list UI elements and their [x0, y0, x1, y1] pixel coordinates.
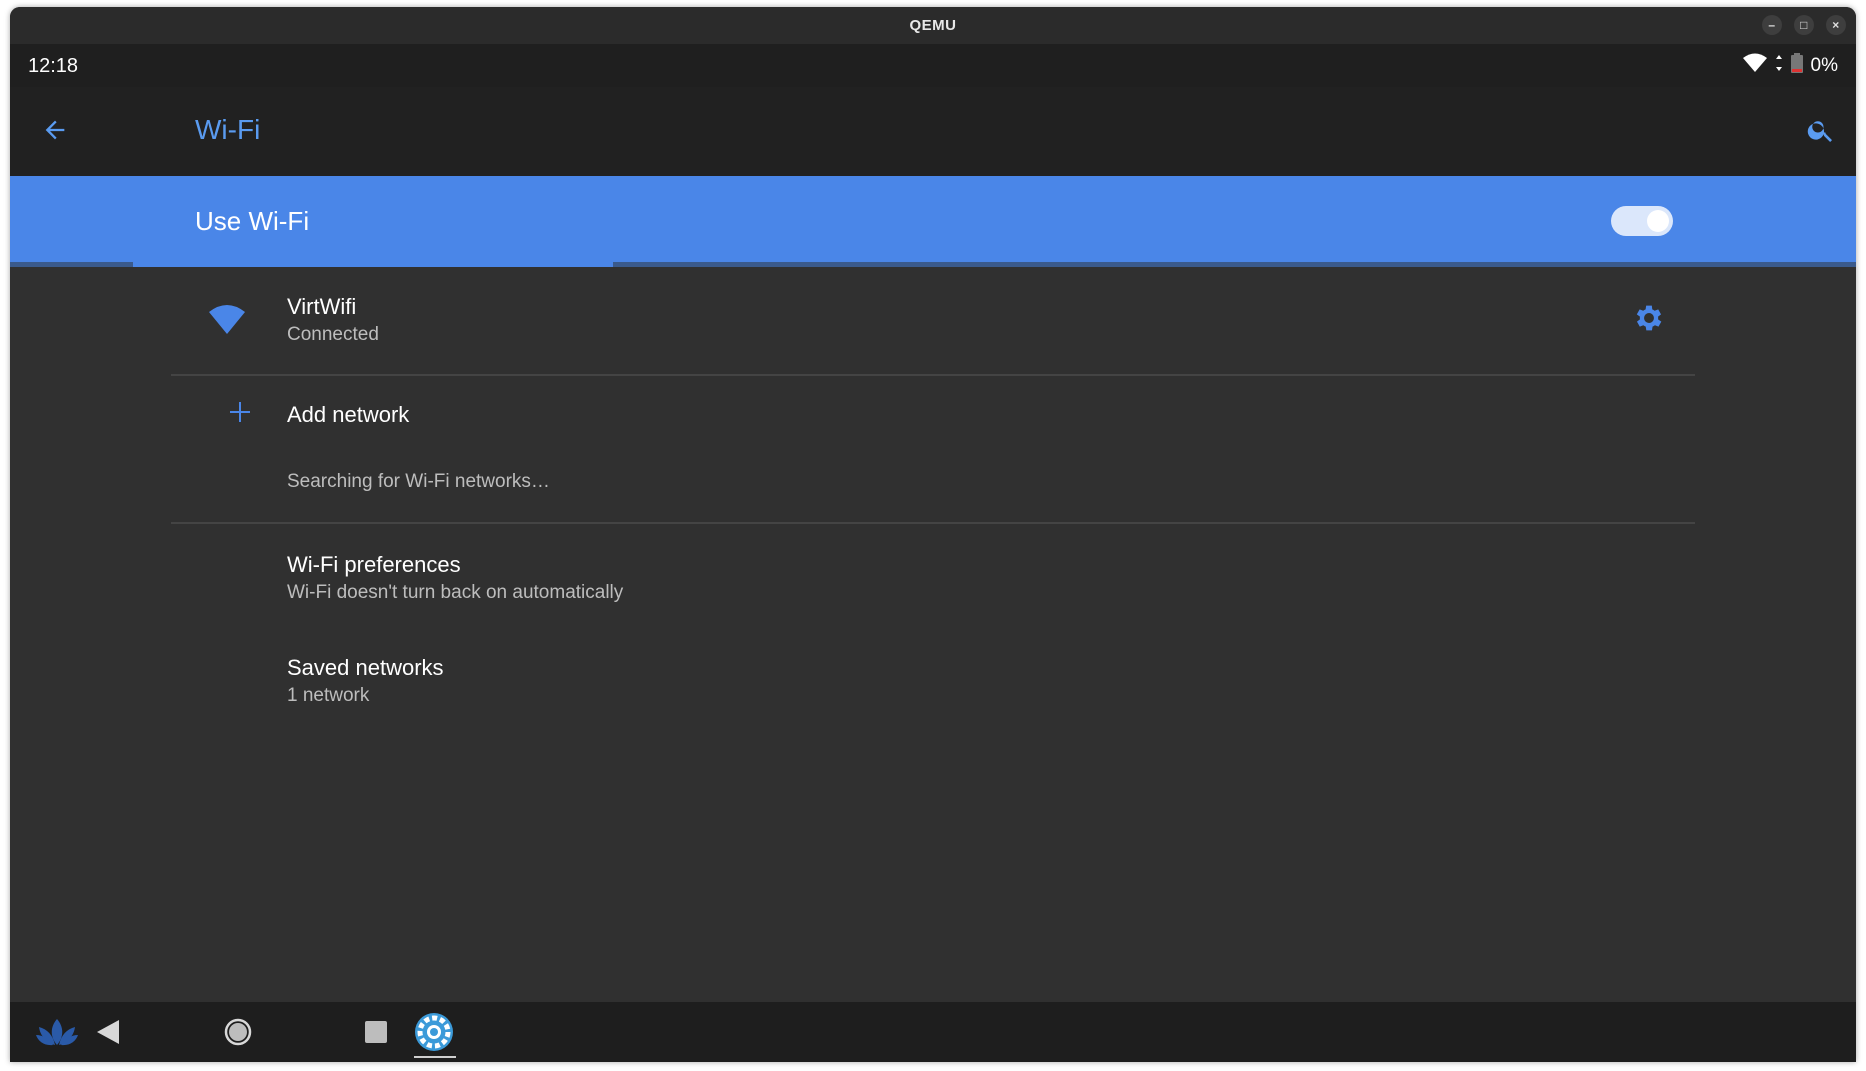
close-button[interactable]: × [1826, 15, 1846, 35]
use-wifi-toggle[interactable] [1611, 206, 1673, 236]
home-circle-icon[interactable] [220, 1014, 256, 1050]
add-network-label: Add network [287, 402, 410, 427]
use-wifi-switch-bar[interactable]: Use Wi-Fi [10, 176, 1856, 266]
saved-networks-summary: 1 network [287, 685, 370, 706]
data-arrows-icon [1775, 55, 1783, 77]
window-controls: – □ × [1762, 15, 1846, 35]
status-time: 12:18 [28, 55, 79, 77]
network-item-virtwifi[interactable]: VirtWifi Connected [10, 267, 1856, 371]
window-title: QEMU [909, 17, 957, 34]
minimize-button[interactable]: – [1762, 15, 1782, 35]
navigation-bar [10, 1002, 1856, 1062]
recents-square-icon[interactable] [358, 1014, 394, 1050]
qemu-window: QEMU – □ × 12:18 0% Wi-Fi Use Wi-Fi Virt… [10, 7, 1856, 1062]
add-network-item[interactable]: Add network [10, 377, 1856, 451]
saved-networks-title: Saved networks [287, 655, 444, 680]
page-title: Wi-Fi [195, 114, 261, 145]
wifi-settings-list: VirtWifi Connected Add network Searching… [10, 267, 1856, 1002]
maximize-button[interactable]: □ [1794, 15, 1814, 35]
use-wifi-label: Use Wi-Fi [195, 206, 310, 236]
status-icons: 0% [1742, 53, 1838, 79]
app-bar: Wi-Fi [10, 87, 1856, 176]
back-button[interactable] [32, 109, 78, 155]
wifi-preferences-title: Wi-Fi preferences [287, 552, 461, 577]
search-icon [1806, 115, 1836, 150]
divider [171, 522, 1695, 524]
wifi-icon [202, 294, 252, 344]
toggle-knob [1647, 210, 1669, 232]
back-triangle-icon[interactable] [90, 1014, 126, 1050]
search-button[interactable] [1798, 109, 1844, 155]
gear-icon [1632, 301, 1666, 340]
network-status: Connected [287, 324, 379, 345]
arrow-back-icon [41, 116, 69, 149]
battery-icon [1790, 53, 1803, 79]
window-titlebar: QEMU – □ × [10, 7, 1856, 44]
network-name: VirtWifi [287, 294, 357, 319]
settings-app-icon[interactable] [410, 1006, 458, 1058]
status-bar: 12:18 0% [10, 44, 1856, 87]
saved-networks-item[interactable]: Saved networks 1 network [10, 640, 1856, 730]
scan-status-item: Searching for Wi-Fi networks… [10, 462, 1856, 512]
wifi-preferences-summary: Wi-Fi doesn't turn back on automatically [287, 582, 624, 603]
lotus-launcher-icon[interactable] [35, 1014, 79, 1050]
network-settings-button[interactable] [1626, 297, 1672, 343]
scan-status-text: Searching for Wi-Fi networks… [287, 471, 550, 492]
plus-icon [215, 387, 265, 437]
active-app-indicator [414, 1056, 456, 1058]
wifi-preferences-item[interactable]: Wi-Fi preferences Wi-Fi doesn't turn bac… [10, 537, 1856, 627]
divider [171, 374, 1695, 376]
wifi-signal-icon [1742, 53, 1767, 79]
battery-percent: 0% [1810, 55, 1838, 76]
